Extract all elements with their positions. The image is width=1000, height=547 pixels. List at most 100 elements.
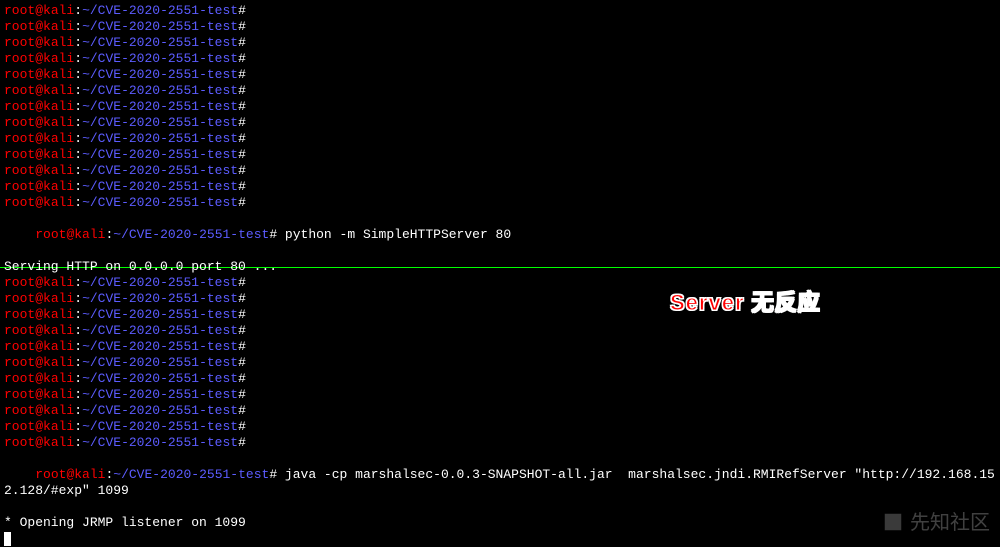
prompt-host: kali	[43, 67, 74, 82]
prompt-hash: #	[238, 35, 246, 50]
prompt-user: root	[4, 35, 35, 50]
prompt-at: @	[35, 99, 43, 114]
prompt-colon: :	[74, 275, 82, 290]
prompt-colon: :	[74, 147, 82, 162]
prompt-at: @	[35, 67, 43, 82]
prompt-at: @	[35, 387, 43, 402]
terminal-line-cmd: root@kali:~/CVE-2020-2551-test# python -…	[4, 211, 996, 259]
prompt-at: @	[35, 291, 43, 306]
prompt-user: root	[4, 355, 35, 370]
prompt-path: ~/CVE-2020-2551-test	[82, 323, 238, 338]
prompt-user: root	[4, 275, 35, 290]
prompt-path: ~/CVE-2020-2551-test	[82, 275, 238, 290]
prompt-user: root	[4, 131, 35, 146]
prompt-host: kali	[43, 19, 74, 34]
prompt-hash: #	[238, 275, 246, 290]
prompt-at: @	[35, 179, 43, 194]
prompt-path: ~/CVE-2020-2551-test	[82, 163, 238, 178]
prompt-user: root	[4, 195, 35, 210]
cursor-line	[4, 531, 996, 547]
prompt-hash: #	[238, 339, 246, 354]
prompt-at: @	[35, 403, 43, 418]
annotation-text: Server 无反应	[670, 295, 821, 311]
prompt-hash: #	[238, 355, 246, 370]
prompt-at: @	[35, 83, 43, 98]
prompt-path: ~/CVE-2020-2551-test	[82, 3, 238, 18]
prompt-host: kali	[43, 51, 74, 66]
prompt-host: kali	[43, 131, 74, 146]
prompt-at: @	[35, 147, 43, 162]
prompt-colon: :	[74, 3, 82, 18]
prompt-host: kali	[43, 147, 74, 162]
prompt-colon: :	[74, 355, 82, 370]
prompt-hash: #	[238, 19, 246, 34]
prompt-colon: :	[74, 67, 82, 82]
prompt-hash: #	[238, 195, 246, 210]
prompt-colon: :	[74, 419, 82, 434]
prompt-user: root	[4, 419, 35, 434]
terminal-line-empty: root@kali:~/CVE-2020-2551-test#	[4, 291, 996, 307]
prompt-colon: :	[74, 163, 82, 178]
terminal-line-empty: root@kali:~/CVE-2020-2551-test#	[4, 387, 996, 403]
prompt-hash: #	[269, 227, 277, 242]
terminal-pane-top[interactable]: root@kali:~/CVE-2020-2551-test#root@kali…	[0, 0, 1000, 261]
prompt-at: @	[35, 3, 43, 18]
terminal-line-empty: root@kali:~/CVE-2020-2551-test#	[4, 3, 996, 19]
watermark-text: 先知社区	[910, 515, 990, 531]
terminal-line-empty: root@kali:~/CVE-2020-2551-test#	[4, 403, 996, 419]
prompt-host: kali	[74, 227, 105, 242]
prompt-hash: #	[238, 419, 246, 434]
prompt-host: kali	[43, 419, 74, 434]
prompt-path: ~/CVE-2020-2551-test	[82, 99, 238, 114]
prompt-host: kali	[43, 163, 74, 178]
prompt-path: ~/CVE-2020-2551-test	[82, 419, 238, 434]
prompt-path: ~/CVE-2020-2551-test	[82, 179, 238, 194]
prompt-at: @	[35, 419, 43, 434]
prompt-hash: #	[238, 51, 246, 66]
prompt-host: kali	[43, 355, 74, 370]
cursor-block	[4, 532, 11, 546]
watermark-icon	[882, 511, 904, 535]
prompt-user: root	[4, 371, 35, 386]
prompt-path: ~/CVE-2020-2551-test	[82, 67, 238, 82]
terminal-line-empty: root@kali:~/CVE-2020-2551-test#	[4, 99, 996, 115]
terminal-line-empty: root@kali:~/CVE-2020-2551-test#	[4, 83, 996, 99]
terminal-line-empty: root@kali:~/CVE-2020-2551-test#	[4, 355, 996, 371]
prompt-user: root	[35, 227, 66, 242]
prompt-path: ~/CVE-2020-2551-test	[82, 147, 238, 162]
terminal-line-empty: root@kali:~/CVE-2020-2551-test#	[4, 195, 996, 211]
prompt-user: root	[4, 99, 35, 114]
prompt-hash: #	[238, 163, 246, 178]
prompt-hash: #	[238, 3, 246, 18]
prompt-colon: :	[74, 83, 82, 98]
terminal-line-empty: root@kali:~/CVE-2020-2551-test#	[4, 19, 996, 35]
terminal-pane-bottom[interactable]: root@kali:~/CVE-2020-2551-test#root@kali…	[0, 272, 1000, 547]
prompt-user: root	[4, 179, 35, 194]
prompt-path: ~/CVE-2020-2551-test	[82, 115, 238, 130]
prompt-at: @	[35, 51, 43, 66]
prompt-host: kali	[43, 435, 74, 450]
prompt-colon: :	[74, 339, 82, 354]
prompt-host: kali	[43, 115, 74, 130]
prompt-colon: :	[74, 323, 82, 338]
prompt-host: kali	[43, 291, 74, 306]
terminal-line-empty: root@kali:~/CVE-2020-2551-test#	[4, 147, 996, 163]
prompt-path: ~/CVE-2020-2551-test	[82, 403, 238, 418]
prompt-colon: :	[74, 35, 82, 50]
prompt-colon: :	[74, 51, 82, 66]
prompt-host: kali	[43, 99, 74, 114]
command-text: python -m SimpleHTTPServer 80	[277, 227, 511, 242]
prompt-user: root	[4, 67, 35, 82]
terminal-line-empty: root@kali:~/CVE-2020-2551-test#	[4, 339, 996, 355]
prompt-colon: :	[74, 19, 82, 34]
prompt-at: @	[35, 323, 43, 338]
prompt-user: root	[4, 19, 35, 34]
prompt-user: root	[4, 147, 35, 162]
prompt-at: @	[35, 339, 43, 354]
prompt-user: root	[4, 51, 35, 66]
prompt-host: kali	[43, 179, 74, 194]
prompt-path: ~/CVE-2020-2551-test	[82, 83, 238, 98]
prompt-user: root	[4, 115, 35, 130]
prompt-host: kali	[43, 403, 74, 418]
prompt-hash: #	[238, 147, 246, 162]
